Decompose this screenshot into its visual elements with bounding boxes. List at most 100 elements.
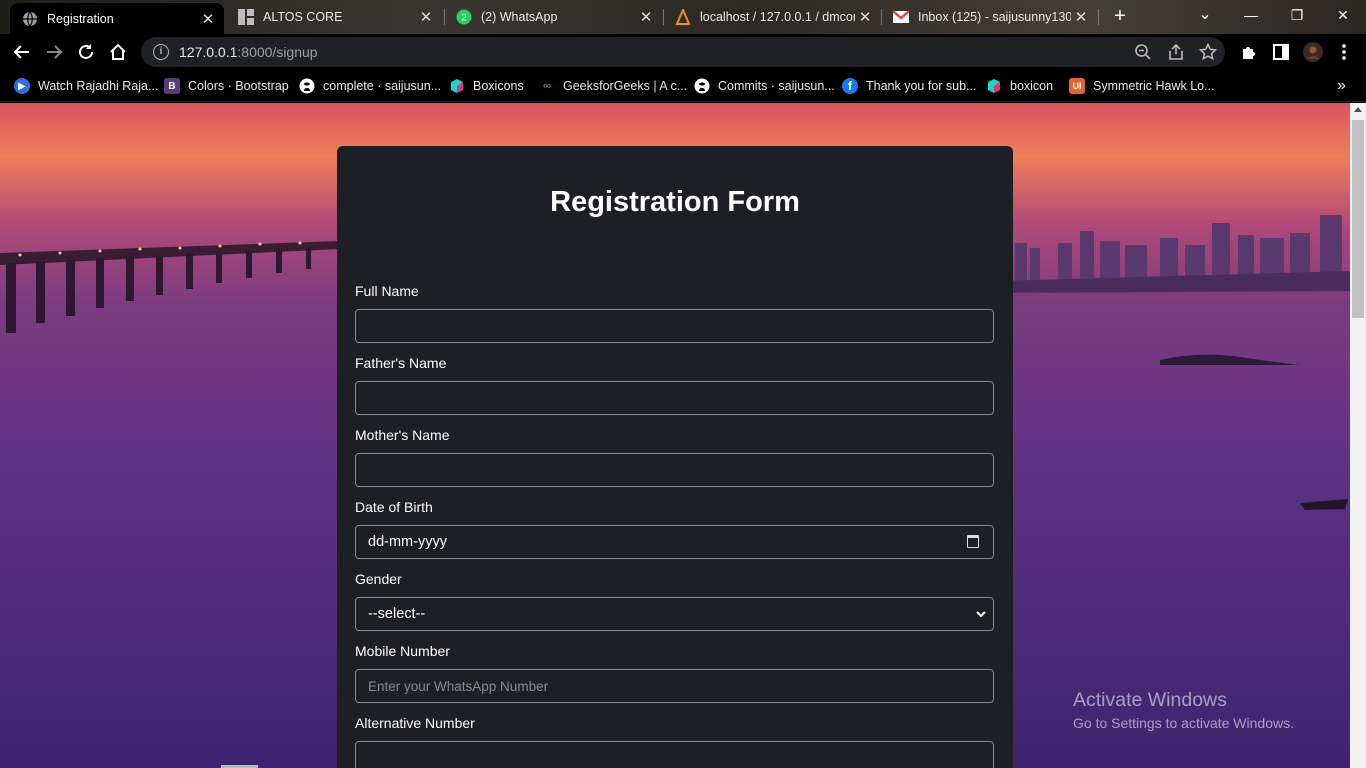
full-name-input[interactable]: [355, 309, 994, 343]
fathers-name-input[interactable]: [355, 381, 994, 415]
menu-button[interactable]: [1331, 39, 1357, 65]
minimize-button[interactable]: —: [1228, 4, 1274, 26]
gmail-icon: [893, 9, 909, 25]
side-panel-icon: [1273, 44, 1289, 60]
bookmark-label: GeeksforGeeks | A c...: [563, 79, 688, 93]
browser-toolbar: i 127.0.0.1:8000/signup: [0, 34, 1366, 70]
url-text[interactable]: 127.0.0.1:8000/signup: [179, 44, 318, 60]
bookmarks-bar: ▶ Watch Rajadhi Raja... B Colors · Boots…: [0, 70, 1366, 102]
bookmark-item[interactable]: complete · saijusun...: [299, 76, 441, 96]
globe-icon: [22, 11, 38, 27]
forward-button[interactable]: [41, 39, 67, 65]
bookmark-item[interactable]: Commits · saijusun...: [694, 76, 835, 96]
back-button[interactable]: [9, 39, 35, 65]
full-name-label: Full Name: [355, 283, 419, 299]
alternative-number-input[interactable]: [355, 741, 994, 768]
close-window-button[interactable]: ✕: [1320, 4, 1366, 26]
bookmark-label: Thank you for sub...: [866, 79, 977, 93]
address-bar[interactable]: i 127.0.0.1:8000/signup: [141, 37, 1225, 67]
bookmark-item[interactable]: ∞ GeeksforGeeks | A c...: [539, 76, 687, 96]
kebab-menu-icon: [1342, 44, 1346, 60]
back-arrow-icon: [13, 45, 29, 59]
tab-separator: [1098, 9, 1099, 25]
tab-label: ALTOS CORE: [263, 10, 343, 24]
whatsapp-icon: 2: [456, 9, 472, 25]
watermark-title: Activate Windows: [1073, 689, 1227, 711]
bookmark-label: boxicon: [1010, 79, 1054, 93]
geeksforgeeks-icon: ∞: [543, 80, 551, 92]
ui-icon: UI: [1069, 78, 1085, 94]
tab-registration[interactable]: Registration ✕: [10, 3, 224, 34]
registration-card: Registration Form Full Name Father's Nam…: [337, 146, 1013, 768]
mothers-name-label: Mother's Name: [355, 427, 450, 443]
mobile-number-placeholder: Enter your WhatsApp Number: [368, 678, 549, 694]
gender-label: Gender: [355, 571, 402, 587]
profile-button[interactable]: [1300, 39, 1326, 65]
bookmark-label: complete · saijusun...: [323, 79, 442, 93]
close-tab-icon[interactable]: ✕: [416, 8, 436, 26]
github-icon: [694, 78, 710, 94]
tab-phpmyadmin[interactable]: localhost / 127.0.0.1 / dmcon ✕: [663, 3, 881, 31]
tab-search-button[interactable]: ⌄: [1182, 4, 1228, 26]
calendar-icon[interactable]: [967, 535, 979, 548]
bookmark-item[interactable]: ▶ Watch Rajadhi Raja...: [14, 76, 158, 96]
scroll-up-arrow-icon[interactable]: [1354, 107, 1362, 112]
reload-icon: [79, 44, 93, 59]
bookmark-label: Colors · Bootstrap: [188, 79, 289, 93]
github-icon: [299, 78, 315, 94]
activate-windows-watermark: Activate Windows Go to Settings to activ…: [1073, 689, 1294, 731]
bookmark-item[interactable]: Boxicons: [449, 76, 524, 96]
bookmark-item[interactable]: B Colors · Bootstrap: [164, 76, 289, 96]
url-path: :8000/signup: [237, 44, 318, 60]
close-tab-icon[interactable]: ✕: [636, 8, 656, 26]
home-button[interactable]: [105, 39, 131, 65]
reload-button[interactable]: [73, 39, 99, 65]
bookmark-label: Symmetric Hawk Lo...: [1093, 79, 1215, 93]
tab-gmail[interactable]: Inbox (125) - saijusunny1301 ✕: [881, 3, 1097, 31]
page-viewport: Registration Form Full Name Father's Nam…: [0, 103, 1350, 768]
tab-altos-core[interactable]: ALTOS CORE ✕: [226, 3, 442, 31]
more-bookmarks-button[interactable]: »: [1337, 76, 1346, 96]
mobile-number-input[interactable]: Enter your WhatsApp Number: [355, 669, 994, 703]
mobile-number-label: Mobile Number: [355, 643, 450, 659]
close-tab-icon[interactable]: ✕: [855, 8, 875, 26]
phpmyadmin-icon: [675, 9, 691, 25]
boxicons-icon: [449, 78, 465, 94]
home-icon: [110, 43, 126, 60]
grid-icon: [238, 9, 254, 25]
bookmark-label: Watch Rajadhi Raja...: [38, 79, 159, 93]
bookmark-item[interactable]: UI Symmetric Hawk Lo...: [1069, 76, 1215, 96]
bookmark-star-icon[interactable]: [1199, 43, 1217, 61]
share-icon[interactable]: [1167, 43, 1185, 61]
close-tab-icon[interactable]: ✕: [1071, 8, 1091, 26]
date-of-birth-label: Date of Birth: [355, 499, 433, 515]
site-info-icon[interactable]: i: [153, 44, 169, 60]
mothers-name-input[interactable]: [355, 453, 994, 487]
form-title: Registration Form: [550, 186, 800, 218]
date-of-birth-input[interactable]: dd-mm-yyyy: [355, 525, 994, 559]
new-tab-button[interactable]: +: [1109, 5, 1131, 27]
fathers-name-label: Father's Name: [355, 355, 447, 371]
restore-button[interactable]: ❐: [1274, 4, 1320, 26]
url-host: 127.0.0.1: [179, 44, 238, 60]
forward-arrow-icon: [47, 45, 63, 59]
scroll-thumb[interactable]: [1352, 120, 1364, 318]
boxicons-icon: [986, 78, 1002, 94]
tab-label: localhost / 127.0.0.1 / dmcon: [700, 10, 855, 24]
play-icon: ▶: [14, 78, 30, 94]
svg-text:2: 2: [461, 13, 466, 23]
chevron-down-icon: [976, 611, 986, 618]
extensions-button[interactable]: [1236, 39, 1262, 65]
gender-select[interactable]: --select--: [355, 597, 994, 631]
bookmark-item[interactable]: f Thank you for sub...: [842, 76, 976, 96]
side-panel-button[interactable]: [1268, 39, 1294, 65]
tab-label: (2) WhatsApp: [481, 10, 558, 24]
zoom-icon[interactable]: [1134, 43, 1152, 61]
puzzle-icon: [1243, 47, 1255, 59]
facebook-icon: f: [842, 78, 858, 94]
bookmark-item[interactable]: boxicon: [986, 76, 1053, 96]
tab-label: Registration: [47, 11, 114, 26]
tab-whatsapp[interactable]: 2 (2) WhatsApp ✕: [444, 3, 662, 31]
close-tab-icon[interactable]: ✕: [198, 10, 218, 28]
page-scrollbar[interactable]: [1350, 103, 1366, 768]
